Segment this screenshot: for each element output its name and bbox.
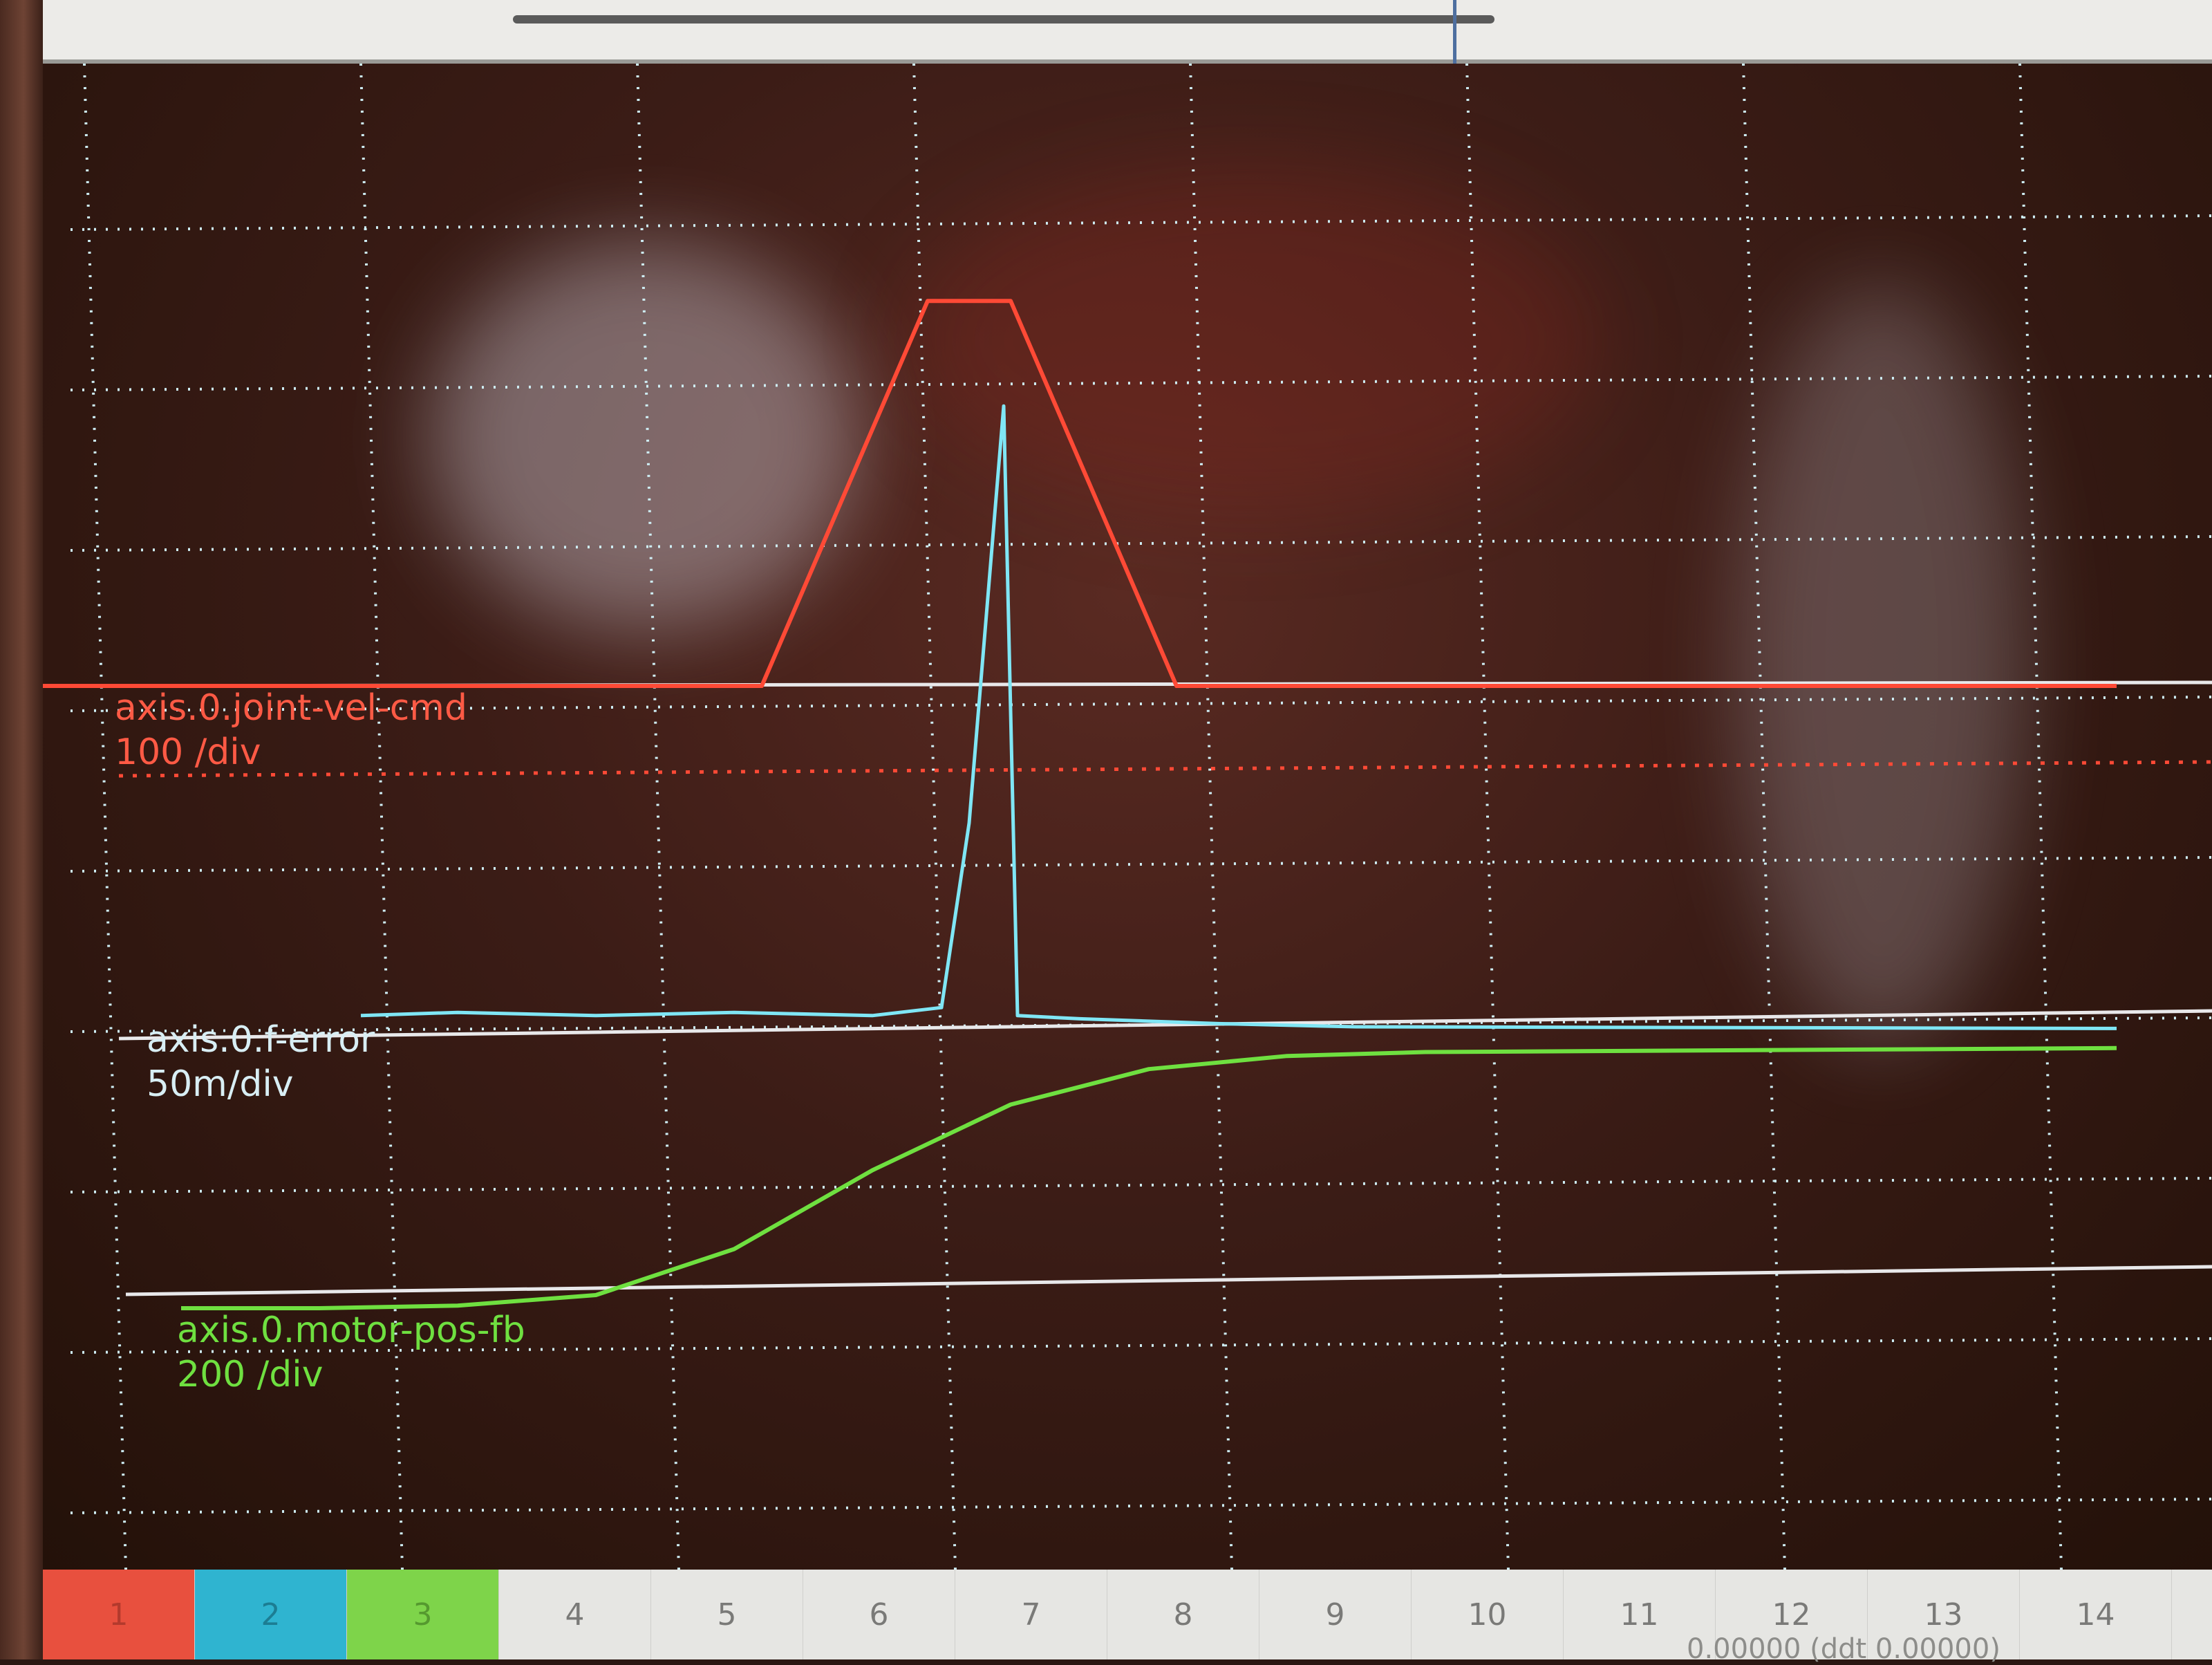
channel-3-label[interactable]: axis.0.motor-pos-fb 200 /div [177, 1308, 525, 1397]
toolbar-divider [1453, 0, 1456, 64]
grid-vline [1189, 64, 1233, 1570]
status-readout: 0.00000 (ddt 0.00000) [1687, 1633, 2000, 1665]
monitor-bezel [0, 0, 43, 1659]
channel-traces [43, 299, 2117, 1310]
channel-baseline [118, 1009, 2212, 1041]
grid-vline [912, 64, 957, 1570]
channel-button-6[interactable]: 6 [803, 1570, 955, 1659]
channel-baseline [125, 1265, 2212, 1296]
channel-button-1[interactable]: 1 [43, 1570, 195, 1659]
grid-vline [83, 64, 127, 1570]
channel-2-label[interactable]: axis.0.f-error 50m/div [147, 1018, 375, 1106]
horizontal-scroll-track[interactable] [513, 15, 1494, 24]
channel-button-2[interactable]: 2 [195, 1570, 347, 1659]
trace-channel-3 [181, 1045, 2117, 1310]
grid-hline [70, 1498, 2212, 1514]
toolbar [43, 0, 2212, 64]
channel-button-9[interactable]: 9 [1259, 1570, 1412, 1659]
channel-1-name: axis.0.joint-vel-cmd [115, 687, 467, 729]
channel-2-name: axis.0.f-error [147, 1019, 375, 1061]
channel-3-name: axis.0.motor-pos-fb [177, 1310, 525, 1351]
channel-button-3[interactable]: 3 [347, 1570, 499, 1659]
trace-channel-2 [360, 404, 2117, 1030]
channel-1-label[interactable]: axis.0.joint-vel-cmd 100 /div [115, 686, 467, 774]
grid-vline [2018, 64, 2063, 1570]
channel-button-8[interactable]: 8 [1107, 1570, 1259, 1659]
grid-hline [70, 375, 2212, 391]
channel-button-10[interactable]: 10 [1412, 1570, 1564, 1659]
channel-button-7[interactable]: 7 [955, 1570, 1107, 1659]
grid-hline [70, 856, 2212, 873]
channel-1-scale: 100 /div [115, 732, 261, 773]
channel-button-14[interactable]: 14 [2020, 1570, 2172, 1659]
grid-vline [1465, 64, 1510, 1570]
trace-channel-1 [43, 299, 2117, 688]
channel-button-5[interactable]: 5 [651, 1570, 803, 1659]
grid-hline [70, 214, 2212, 231]
grid-vline [636, 64, 680, 1570]
channel-button-4[interactable]: 4 [499, 1570, 651, 1659]
grid-hline [70, 535, 2212, 552]
grid-vline [1742, 64, 1786, 1570]
channel-3-scale: 200 /div [177, 1354, 324, 1395]
channel-2-scale: 50m/div [147, 1063, 294, 1105]
scope-display: axis.0.joint-vel-cmd 100 /div axis.0.f-e… [43, 64, 2212, 1570]
